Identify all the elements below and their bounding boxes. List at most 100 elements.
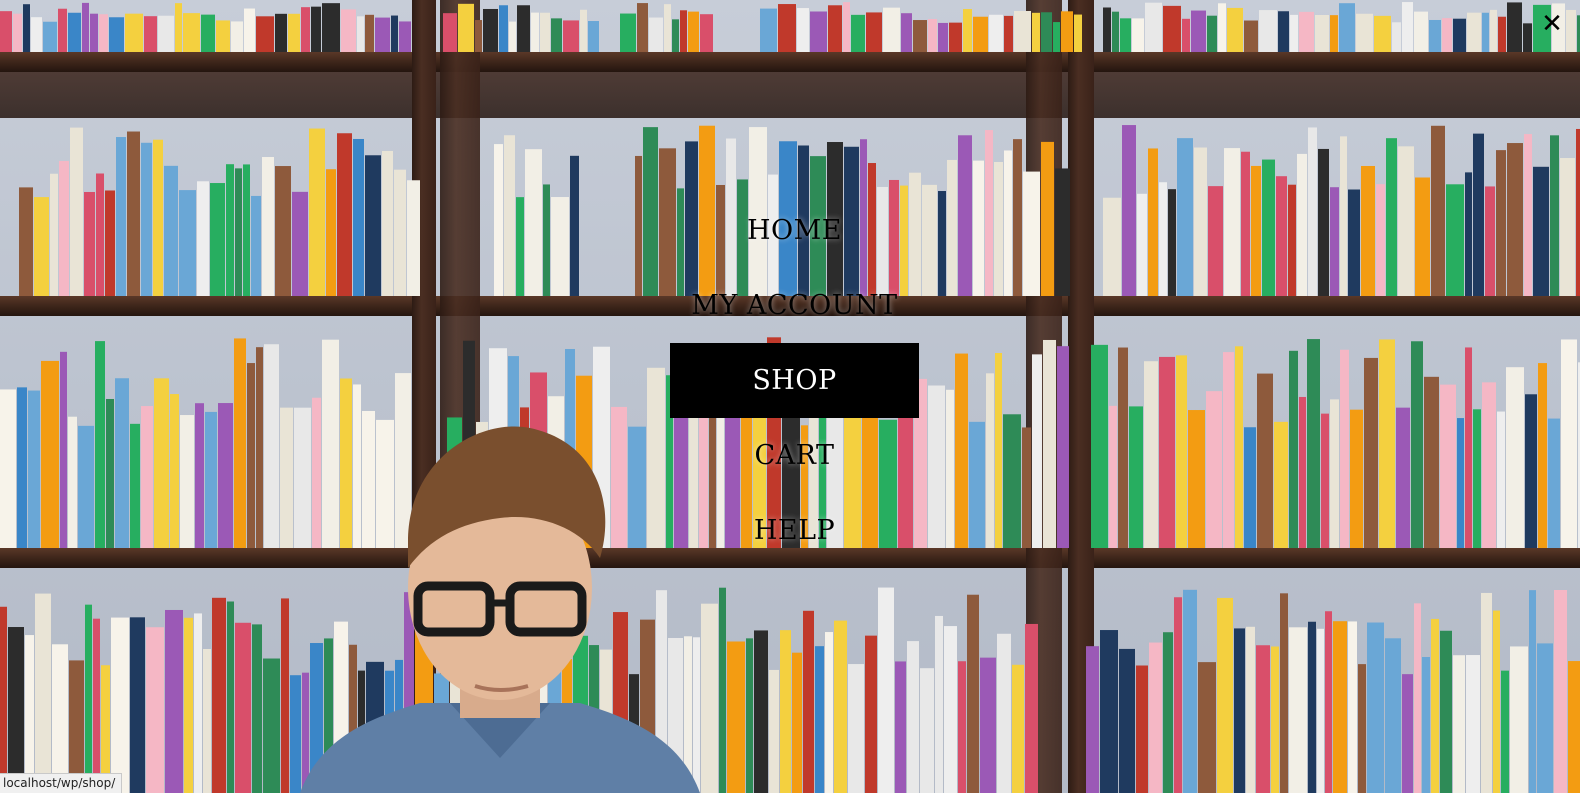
book-spine <box>1538 363 1547 548</box>
book-spine <box>883 7 900 52</box>
book-spine <box>517 5 530 52</box>
book-spine <box>1004 150 1012 296</box>
book-spine <box>1022 427 1031 548</box>
book-spine <box>301 7 310 52</box>
book-spine <box>719 587 726 793</box>
book-spine <box>235 168 242 296</box>
shelf <box>0 52 1580 72</box>
book-spine <box>292 191 308 296</box>
book-spine <box>326 169 336 296</box>
book-spine <box>1278 11 1289 52</box>
book-spine <box>1396 407 1410 548</box>
book-spine <box>1103 7 1111 52</box>
book-spine <box>1496 150 1506 296</box>
book-spine <box>637 3 648 52</box>
book-spine <box>475 20 482 52</box>
book-spine <box>1497 411 1505 548</box>
book-spine <box>1055 168 1070 296</box>
book-spine <box>175 3 182 52</box>
book-spine <box>985 130 993 296</box>
book-spine <box>1379 339 1395 548</box>
book-spine <box>1315 15 1329 52</box>
book-spine <box>531 12 539 52</box>
book-spine <box>1057 346 1069 548</box>
book-spine <box>43 21 57 52</box>
book-spine <box>1206 391 1222 548</box>
book-spine <box>1183 589 1197 793</box>
book-spine <box>205 411 217 548</box>
book-spine <box>1307 339 1320 548</box>
book-spine <box>947 159 957 296</box>
book-spine <box>1339 3 1355 52</box>
book-spine <box>1223 352 1234 548</box>
book-spine <box>158 15 174 52</box>
book-spine <box>895 661 906 793</box>
book-spine <box>1032 12 1040 52</box>
book-spine <box>19 187 33 296</box>
book-spine <box>1411 341 1423 548</box>
book-spine <box>216 20 230 52</box>
book-spine <box>154 378 169 548</box>
menu-item-my-account[interactable]: MY ACCOUNT <box>670 268 919 343</box>
book-spine <box>1493 610 1500 793</box>
book-spine <box>499 5 508 52</box>
book-spine <box>17 387 27 548</box>
menu-item-shop[interactable]: SHOP <box>670 343 919 418</box>
book-spine <box>994 161 1003 296</box>
book-spine <box>82 2 89 52</box>
book-spine <box>973 16 988 52</box>
book-spine <box>1318 148 1329 296</box>
book-spine <box>1198 662 1216 793</box>
book-spine <box>1163 632 1173 793</box>
book-spine <box>967 594 979 793</box>
book-spine <box>1568 661 1580 793</box>
book-spine <box>1177 138 1193 296</box>
book-spine <box>1289 350 1298 548</box>
book-spine <box>0 11 12 52</box>
book-spine <box>115 378 129 548</box>
book-spine <box>1510 646 1528 793</box>
book-spine <box>1482 382 1496 548</box>
book-spine <box>509 21 516 52</box>
close-icon[interactable]: ✕ <box>1538 10 1566 38</box>
book-spine <box>843 2 850 52</box>
book-spine <box>920 668 934 793</box>
book-spine <box>1061 11 1073 52</box>
book-spine <box>1218 3 1226 52</box>
book-spine <box>1241 151 1250 296</box>
book-spine <box>226 164 234 296</box>
book-spine <box>1386 138 1397 296</box>
book-spine <box>1043 339 1056 548</box>
book-spine <box>252 624 262 793</box>
book-spine <box>551 18 562 52</box>
book-spine <box>1358 664 1366 793</box>
menu-item-home[interactable]: HOME <box>670 193 919 268</box>
book-spine <box>1120 18 1131 52</box>
book-spine <box>28 390 40 548</box>
book-spine <box>620 13 636 52</box>
menu-item-help[interactable]: HELP <box>670 493 919 568</box>
book-spine <box>1422 657 1430 793</box>
book-spine <box>180 415 194 548</box>
book-spine <box>780 630 791 793</box>
book-spine <box>443 13 457 52</box>
book-spine <box>1234 628 1245 793</box>
book-spine <box>760 8 777 52</box>
menu-item-cart[interactable]: CART <box>670 418 919 493</box>
book-spine <box>1392 22 1401 52</box>
book-spine <box>1012 664 1024 793</box>
book-spine <box>1330 15 1338 52</box>
book-spine <box>1457 418 1464 548</box>
book-spine <box>247 363 255 548</box>
book-spine <box>391 15 398 52</box>
book-spine <box>1429 19 1441 52</box>
book-spine <box>243 164 250 296</box>
book-spine <box>1091 344 1108 548</box>
book-spine <box>111 617 129 793</box>
book-spine <box>701 603 718 793</box>
book-spine <box>1176 355 1187 548</box>
book-spine <box>125 13 143 52</box>
book-spine <box>1207 15 1217 52</box>
book-spine <box>797 8 809 52</box>
book-spine <box>357 16 364 52</box>
